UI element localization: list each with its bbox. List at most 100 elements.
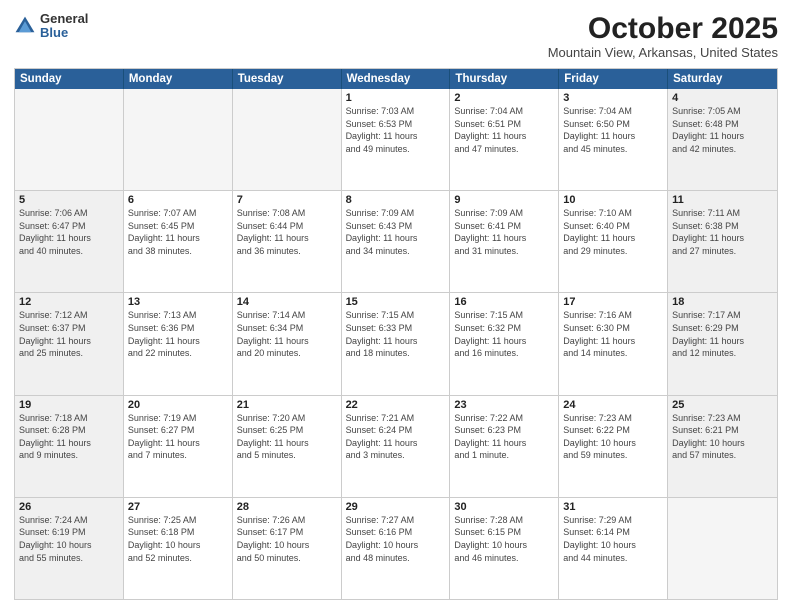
day-number: 15: [346, 296, 446, 308]
day-number: 9: [454, 194, 554, 206]
calendar-cell: 10Sunrise: 7:10 AM Sunset: 6:40 PM Dayli…: [559, 191, 668, 292]
day-info: Sunrise: 7:15 AM Sunset: 6:33 PM Dayligh…: [346, 309, 446, 359]
day-number: 17: [563, 296, 663, 308]
calendar-cell: 28Sunrise: 7:26 AM Sunset: 6:17 PM Dayli…: [233, 498, 342, 599]
day-info: Sunrise: 7:26 AM Sunset: 6:17 PM Dayligh…: [237, 514, 337, 564]
day-number: 11: [672, 194, 773, 206]
calendar-cell: 22Sunrise: 7:21 AM Sunset: 6:24 PM Dayli…: [342, 396, 451, 497]
day-info: Sunrise: 7:25 AM Sunset: 6:18 PM Dayligh…: [128, 514, 228, 564]
calendar-cell: 24Sunrise: 7:23 AM Sunset: 6:22 PM Dayli…: [559, 396, 668, 497]
calendar-row: 5Sunrise: 7:06 AM Sunset: 6:47 PM Daylig…: [15, 190, 777, 292]
calendar-cell: 26Sunrise: 7:24 AM Sunset: 6:19 PM Dayli…: [15, 498, 124, 599]
day-number: 22: [346, 399, 446, 411]
day-info: Sunrise: 7:09 AM Sunset: 6:41 PM Dayligh…: [454, 207, 554, 257]
calendar-cell: 12Sunrise: 7:12 AM Sunset: 6:37 PM Dayli…: [15, 293, 124, 394]
calendar-cell: [668, 498, 777, 599]
calendar-cell: 31Sunrise: 7:29 AM Sunset: 6:14 PM Dayli…: [559, 498, 668, 599]
day-number: 27: [128, 501, 228, 513]
calendar-cell: 27Sunrise: 7:25 AM Sunset: 6:18 PM Dayli…: [124, 498, 233, 599]
calendar-row: 26Sunrise: 7:24 AM Sunset: 6:19 PM Dayli…: [15, 497, 777, 599]
month-title: October 2025: [548, 12, 778, 45]
calendar-row: 12Sunrise: 7:12 AM Sunset: 6:37 PM Dayli…: [15, 292, 777, 394]
calendar-header-cell: Sunday: [15, 69, 124, 89]
calendar-cell: 2Sunrise: 7:04 AM Sunset: 6:51 PM Daylig…: [450, 89, 559, 190]
day-info: Sunrise: 7:11 AM Sunset: 6:38 PM Dayligh…: [672, 207, 773, 257]
calendar-cell: 21Sunrise: 7:20 AM Sunset: 6:25 PM Dayli…: [233, 396, 342, 497]
day-number: 19: [19, 399, 119, 411]
day-number: 6: [128, 194, 228, 206]
day-number: 4: [672, 92, 773, 104]
calendar-header-cell: Tuesday: [233, 69, 342, 89]
day-number: 20: [128, 399, 228, 411]
location: Mountain View, Arkansas, United States: [548, 45, 778, 60]
day-number: 25: [672, 399, 773, 411]
day-number: 21: [237, 399, 337, 411]
logo-text: General Blue: [40, 12, 88, 41]
day-info: Sunrise: 7:18 AM Sunset: 6:28 PM Dayligh…: [19, 412, 119, 462]
day-number: 26: [19, 501, 119, 513]
calendar-header-cell: Monday: [124, 69, 233, 89]
day-number: 13: [128, 296, 228, 308]
day-number: 30: [454, 501, 554, 513]
calendar-cell: 1Sunrise: 7:03 AM Sunset: 6:53 PM Daylig…: [342, 89, 451, 190]
day-number: 8: [346, 194, 446, 206]
calendar-cell: 16Sunrise: 7:15 AM Sunset: 6:32 PM Dayli…: [450, 293, 559, 394]
day-info: Sunrise: 7:21 AM Sunset: 6:24 PM Dayligh…: [346, 412, 446, 462]
day-number: 16: [454, 296, 554, 308]
calendar-header: SundayMondayTuesdayWednesdayThursdayFrid…: [15, 69, 777, 89]
day-info: Sunrise: 7:04 AM Sunset: 6:51 PM Dayligh…: [454, 105, 554, 155]
calendar-header-cell: Saturday: [668, 69, 777, 89]
calendar: SundayMondayTuesdayWednesdayThursdayFrid…: [14, 68, 778, 600]
day-number: 14: [237, 296, 337, 308]
calendar-header-cell: Thursday: [450, 69, 559, 89]
day-number: 31: [563, 501, 663, 513]
day-info: Sunrise: 7:06 AM Sunset: 6:47 PM Dayligh…: [19, 207, 119, 257]
day-info: Sunrise: 7:27 AM Sunset: 6:16 PM Dayligh…: [346, 514, 446, 564]
day-number: 28: [237, 501, 337, 513]
day-info: Sunrise: 7:23 AM Sunset: 6:22 PM Dayligh…: [563, 412, 663, 462]
day-number: 2: [454, 92, 554, 104]
day-info: Sunrise: 7:15 AM Sunset: 6:32 PM Dayligh…: [454, 309, 554, 359]
calendar-header-cell: Wednesday: [342, 69, 451, 89]
calendar-cell: 9Sunrise: 7:09 AM Sunset: 6:41 PM Daylig…: [450, 191, 559, 292]
day-number: 24: [563, 399, 663, 411]
calendar-cell: [233, 89, 342, 190]
logo-general: General: [40, 12, 88, 26]
day-info: Sunrise: 7:16 AM Sunset: 6:30 PM Dayligh…: [563, 309, 663, 359]
calendar-cell: 7Sunrise: 7:08 AM Sunset: 6:44 PM Daylig…: [233, 191, 342, 292]
calendar-cell: 8Sunrise: 7:09 AM Sunset: 6:43 PM Daylig…: [342, 191, 451, 292]
day-number: 23: [454, 399, 554, 411]
day-info: Sunrise: 7:03 AM Sunset: 6:53 PM Dayligh…: [346, 105, 446, 155]
calendar-cell: 30Sunrise: 7:28 AM Sunset: 6:15 PM Dayli…: [450, 498, 559, 599]
day-info: Sunrise: 7:28 AM Sunset: 6:15 PM Dayligh…: [454, 514, 554, 564]
day-info: Sunrise: 7:04 AM Sunset: 6:50 PM Dayligh…: [563, 105, 663, 155]
day-number: 5: [19, 194, 119, 206]
day-info: Sunrise: 7:10 AM Sunset: 6:40 PM Dayligh…: [563, 207, 663, 257]
day-number: 29: [346, 501, 446, 513]
header: General Blue October 2025 Mountain View,…: [14, 12, 778, 60]
calendar-cell: 23Sunrise: 7:22 AM Sunset: 6:23 PM Dayli…: [450, 396, 559, 497]
calendar-cell: 4Sunrise: 7:05 AM Sunset: 6:48 PM Daylig…: [668, 89, 777, 190]
calendar-cell: 18Sunrise: 7:17 AM Sunset: 6:29 PM Dayli…: [668, 293, 777, 394]
day-info: Sunrise: 7:23 AM Sunset: 6:21 PM Dayligh…: [672, 412, 773, 462]
calendar-cell: 29Sunrise: 7:27 AM Sunset: 6:16 PM Dayli…: [342, 498, 451, 599]
logo-blue: Blue: [40, 26, 88, 40]
day-number: 3: [563, 92, 663, 104]
day-number: 12: [19, 296, 119, 308]
day-info: Sunrise: 7:24 AM Sunset: 6:19 PM Dayligh…: [19, 514, 119, 564]
logo-icon: [14, 15, 36, 37]
day-info: Sunrise: 7:13 AM Sunset: 6:36 PM Dayligh…: [128, 309, 228, 359]
logo: General Blue: [14, 12, 88, 41]
calendar-cell: 25Sunrise: 7:23 AM Sunset: 6:21 PM Dayli…: [668, 396, 777, 497]
day-info: Sunrise: 7:07 AM Sunset: 6:45 PM Dayligh…: [128, 207, 228, 257]
calendar-cell: 3Sunrise: 7:04 AM Sunset: 6:50 PM Daylig…: [559, 89, 668, 190]
calendar-row: 1Sunrise: 7:03 AM Sunset: 6:53 PM Daylig…: [15, 89, 777, 190]
calendar-cell: 15Sunrise: 7:15 AM Sunset: 6:33 PM Dayli…: [342, 293, 451, 394]
page: General Blue October 2025 Mountain View,…: [0, 0, 792, 612]
calendar-cell: 5Sunrise: 7:06 AM Sunset: 6:47 PM Daylig…: [15, 191, 124, 292]
day-info: Sunrise: 7:22 AM Sunset: 6:23 PM Dayligh…: [454, 412, 554, 462]
title-block: October 2025 Mountain View, Arkansas, Un…: [548, 12, 778, 60]
day-number: 10: [563, 194, 663, 206]
day-info: Sunrise: 7:14 AM Sunset: 6:34 PM Dayligh…: [237, 309, 337, 359]
calendar-row: 19Sunrise: 7:18 AM Sunset: 6:28 PM Dayli…: [15, 395, 777, 497]
